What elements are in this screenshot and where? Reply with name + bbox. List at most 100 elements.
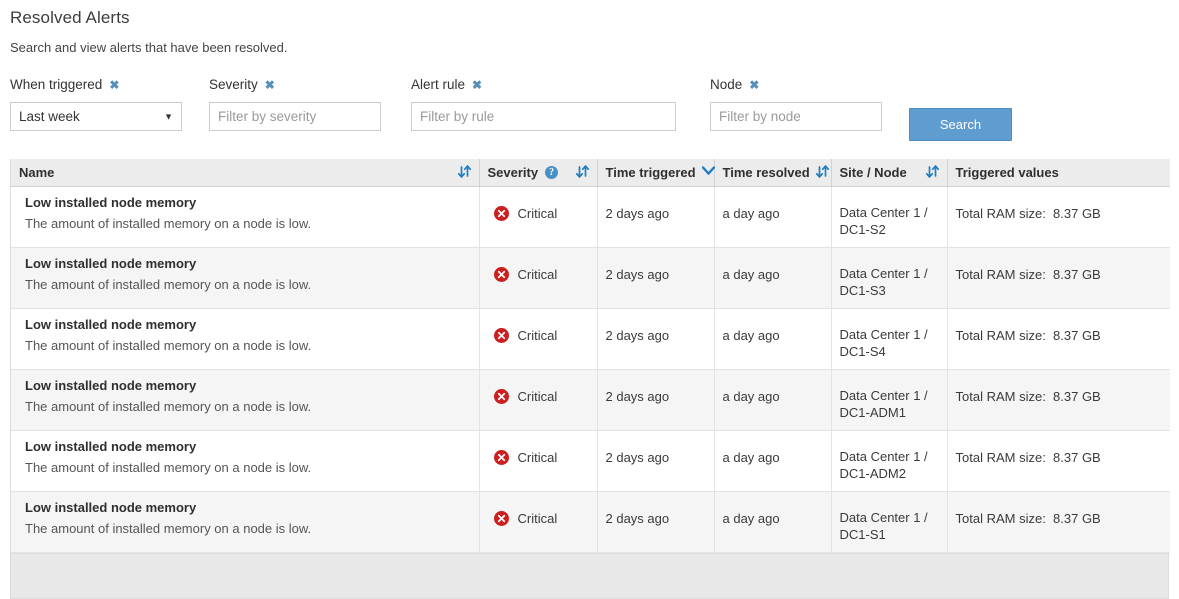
column-header-time_resolved[interactable]: Time resolved (714, 159, 831, 186)
table-row[interactable]: Low installed node memoryThe amount of i… (11, 491, 1170, 552)
cell-severity: Critical (479, 491, 597, 552)
column-header-left: Severity? (488, 165, 559, 180)
clear-x-icon[interactable]: ✖ (749, 79, 759, 91)
clear-x-icon[interactable]: ✖ (265, 79, 275, 91)
search-button[interactable]: Search (909, 108, 1012, 141)
help-icon[interactable]: ? (545, 166, 558, 179)
cell-severity: Critical (479, 308, 597, 369)
time-triggered-value: 2 days ago (606, 439, 706, 465)
alert-description: The amount of installed memory on a node… (19, 216, 471, 232)
time-resolved-value: a day ago (723, 195, 823, 221)
column-header-left: Triggered values (956, 165, 1059, 180)
time-resolved-value: a day ago (723, 378, 823, 404)
filter-when-triggered: When triggered ✖ Last week ▼ (10, 76, 182, 131)
site-node-value: Data Center 1 /DC1-S4 (840, 317, 939, 360)
node-value: DC1-S3 (840, 282, 939, 299)
column-header-site_node[interactable]: Site / Node (831, 159, 947, 186)
column-header-left: Name (19, 165, 54, 180)
alert-rule-filter-input[interactable] (411, 102, 676, 131)
column-header-label: Time triggered (606, 165, 696, 180)
alert-name: Low installed node memory (19, 439, 471, 455)
alert-description: The amount of installed memory on a node… (19, 399, 471, 415)
cell-triggered-values: Total RAM size: 8.37 GB (947, 369, 1170, 430)
cell-site-node: Data Center 1 /DC1-ADM1 (831, 369, 947, 430)
table-row[interactable]: Low installed node memory The amount of i… (11, 369, 1170, 430)
critical-icon (494, 206, 509, 221)
node-value: DC1-S4 (840, 343, 939, 360)
alert-name: Low installed node memory (19, 256, 471, 272)
when-triggered-select[interactable]: Last week ▼ (10, 102, 182, 131)
node-filter-input[interactable] (710, 102, 882, 131)
severity-filter-input[interactable] (209, 102, 381, 131)
cell-time-resolved: a day ago (714, 369, 831, 430)
column-header-time_triggered[interactable]: Time triggered (597, 159, 714, 186)
column-header-label: Severity (488, 165, 539, 180)
alerts-table-container: Name Severity? Time triggered Time resolved… (10, 159, 1169, 599)
filter-node-label-text: Node (710, 77, 742, 93)
cell-site-node: Data Center 1 /DC1-ADM2 (831, 430, 947, 491)
sort-toggle-icon[interactable] (816, 165, 829, 180)
table-row[interactable]: Low installed node memoryThe amount of i… (11, 186, 1170, 247)
column-header-left: Time triggered (606, 165, 696, 180)
table-row[interactable]: Low installed node memory The amount of i… (11, 430, 1170, 491)
triggered-values-value: Total RAM size: 8.37 GB (956, 378, 1163, 404)
cell-site-node: Data Center 1 /DC1-S4 (831, 308, 947, 369)
site-value: Data Center 1 / (840, 265, 939, 282)
alert-description: The amount of installed memory on a node… (19, 277, 471, 293)
time-resolved-value: a day ago (723, 317, 823, 343)
time-resolved-value: a day ago (723, 439, 823, 465)
alert-name: Low installed node memory (19, 378, 471, 394)
sort-toggle-icon[interactable] (576, 165, 589, 180)
filter-severity: Severity ✖ (209, 76, 381, 131)
sort-toggle-icon[interactable] (926, 165, 939, 180)
table-row[interactable]: Low installed node memoryThe amount of i… (11, 308, 1170, 369)
sort-toggle-icon[interactable] (458, 165, 471, 180)
severity-label: Critical (518, 511, 558, 526)
triggered-values-value: Total RAM size: 8.37 GB (956, 256, 1163, 282)
column-header-inner: Time triggered (606, 165, 706, 180)
column-header-label: Name (19, 165, 54, 180)
alert-description: The amount of installed memory on a node… (19, 460, 471, 476)
cell-name: Low installed node memoryThe amount of i… (11, 308, 479, 369)
column-header-label: Site / Node (840, 165, 907, 180)
cell-name: Low installed node memory The amount of i… (11, 369, 479, 430)
site-value: Data Center 1 / (840, 509, 939, 526)
cell-time-resolved: a day ago (714, 491, 831, 552)
clear-x-icon[interactable]: ✖ (472, 79, 482, 91)
critical-icon (494, 267, 509, 282)
cell-time-triggered: 2 days ago (597, 308, 714, 369)
column-header-triggered_values[interactable]: Triggered values (947, 159, 1170, 186)
alerts-table: Name Severity? Time triggered Time resolved… (11, 159, 1170, 553)
cell-site-node: Data Center 1 /DC1-S2 (831, 186, 947, 247)
severity-badge: Critical (488, 439, 589, 465)
sort-desc-icon[interactable] (702, 166, 715, 178)
site-value: Data Center 1 / (840, 326, 939, 343)
cell-name: Low installed node memoryThe amount of i… (11, 186, 479, 247)
column-header-severity[interactable]: Severity? (479, 159, 597, 186)
filter-severity-label: Severity ✖ (209, 76, 381, 94)
table-row[interactable]: Low installed node memory The amount of i… (11, 247, 1170, 308)
clear-x-icon[interactable]: ✖ (109, 79, 119, 91)
severity-label: Critical (518, 206, 558, 221)
filter-alert-rule-label: Alert rule ✖ (411, 76, 676, 94)
node-value: DC1-S1 (840, 526, 939, 543)
severity-label: Critical (518, 267, 558, 282)
severity-badge: Critical (488, 256, 589, 282)
critical-icon (494, 389, 509, 404)
cell-name: Low installed node memory The amount of i… (11, 247, 479, 308)
severity-label: Critical (518, 328, 558, 343)
cell-time-triggered: 2 days ago (597, 369, 714, 430)
filter-alert-rule-label-text: Alert rule (411, 77, 465, 93)
cell-name: Low installed node memory The amount of i… (11, 430, 479, 491)
column-header-left: Site / Node (840, 165, 907, 180)
severity-label: Critical (518, 389, 558, 404)
column-header-inner: Time resolved (723, 165, 823, 180)
site-value: Data Center 1 / (840, 448, 939, 465)
cell-name: Low installed node memoryThe amount of i… (11, 491, 479, 552)
column-header-name[interactable]: Name (11, 159, 479, 186)
page-title: Resolved Alerts (0, 0, 1179, 28)
critical-icon (494, 328, 509, 343)
alert-description: The amount of installed memory on a node… (19, 338, 471, 354)
triggered-values-value: Total RAM size: 8.37 GB (956, 500, 1163, 526)
column-header-inner: Triggered values (956, 165, 1163, 180)
